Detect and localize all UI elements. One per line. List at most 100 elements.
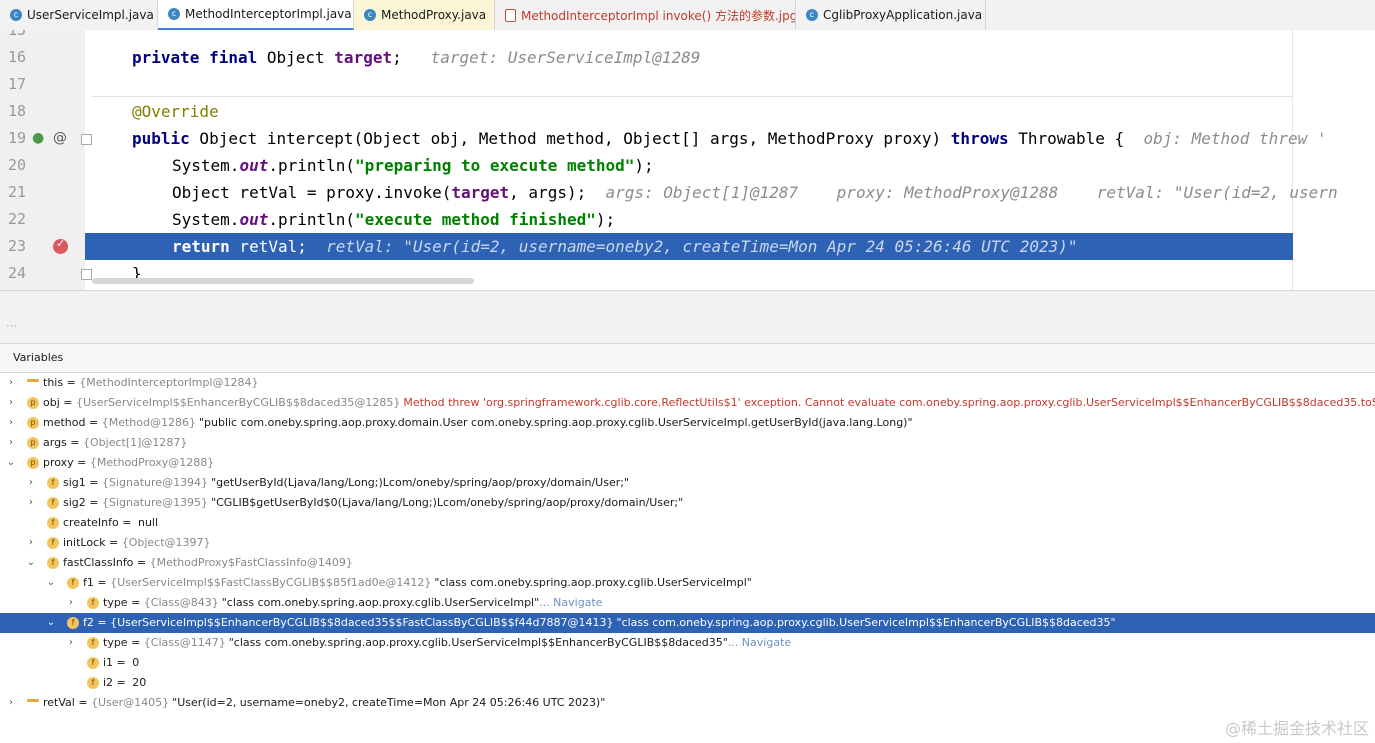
variable-error: Method threw 'org.springframework.cglib.… xyxy=(403,396,1375,409)
horizontal-scrollbar[interactable] xyxy=(92,278,474,284)
code-segment: Throwable { xyxy=(1008,129,1125,148)
code-line-22[interactable]: 22 System.out.println("execute method fi… xyxy=(0,206,1375,233)
variable-text: obj = {UserServiceImpl$$EnhancerByCGLIB$… xyxy=(43,393,1375,413)
code-segment: Object retVal = proxy.invoke( xyxy=(172,183,452,202)
variable-name: i1 xyxy=(103,656,114,669)
chevron-right-icon[interactable]: › xyxy=(66,593,76,613)
collapse-icon[interactable]: ⋯ xyxy=(6,319,17,332)
java-class-icon: c xyxy=(806,9,818,21)
debug-toolbar: ⋯ xyxy=(0,315,1375,343)
navigate-link[interactable]: ... Navigate xyxy=(539,596,602,609)
code-editor[interactable]: 15 16 private final Object target; targe… xyxy=(0,30,1375,290)
code-line-20[interactable]: 20 System.out.println("preparing to exec… xyxy=(0,152,1375,179)
variable-equals: = xyxy=(66,436,84,449)
variable-row[interactable]: › p obj = {UserServiceImpl$$EnhancerByCGLI… xyxy=(0,393,1375,413)
chevron-down-icon[interactable]: ⌄ xyxy=(6,453,16,473)
variable-name: type xyxy=(103,596,128,609)
variable-row[interactable]: › f type = {Class@843} "class com.oneby.spr… xyxy=(0,593,1375,613)
variable-row[interactable]: › retVal = {User@1405} "User(id=2, usernam… xyxy=(0,693,1375,713)
code-text: public Object intercept(Object obj, Meth… xyxy=(132,125,1326,152)
variable-row[interactable]: › f sig1 = {Signature@1394} "getUserById(Lj… xyxy=(0,473,1375,493)
code-line-16[interactable]: 16 private final Object target; target: … xyxy=(0,44,1375,71)
variable-name: fastClassInfo xyxy=(63,556,134,569)
code-segment: ; xyxy=(392,48,402,67)
fold-icon[interactable] xyxy=(81,269,92,280)
code-text: private final Object target; target: Use… xyxy=(132,44,700,71)
local-variable-icon xyxy=(27,379,39,382)
chevron-right-icon[interactable]: › xyxy=(26,493,36,513)
line-number: 21 xyxy=(7,183,26,201)
variable-row[interactable]: ⌄ p proxy = {MethodProxy@1288} xyxy=(0,453,1375,473)
navigate-link[interactable]: ... Navigate xyxy=(728,636,791,649)
variable-row[interactable]: f i1 = 0 xyxy=(0,653,1375,673)
chevron-right-icon[interactable]: › xyxy=(26,533,36,553)
variable-text: method = {Method@1286} "public com.oneby.… xyxy=(43,413,913,433)
tab-invoke-params-image[interactable]: MethodInterceptorImpl invoke() 方法的参数.jpg… xyxy=(495,0,796,30)
variable-row[interactable]: › this = {MethodInterceptorImpl@1284} xyxy=(0,373,1375,393)
code-segment: , args); xyxy=(509,183,587,202)
variable-text: initLock = {Object@1397} xyxy=(63,533,211,553)
code-line-21[interactable]: 21 Object retVal = proxy.invoke(target, … xyxy=(0,179,1375,206)
field-icon: f xyxy=(47,477,59,489)
chevron-down-icon[interactable]: ⌄ xyxy=(46,613,56,633)
fold-icon[interactable] xyxy=(81,134,92,145)
variable-type: {MethodInterceptorImpl@1284} xyxy=(79,376,259,389)
tab-methodproxy[interactable]: c MethodProxy.java × xyxy=(354,0,495,30)
code-line-15[interactable]: 15 xyxy=(0,30,1375,44)
tab-label: MethodInterceptorImpl invoke() 方法的参数.jpg xyxy=(521,8,796,23)
variable-row[interactable]: › p args = {Object[1]@1287} xyxy=(0,433,1375,453)
chevron-right-icon[interactable]: › xyxy=(6,413,16,433)
tab-cglibproxyapplication[interactable]: c CglibProxyApplication.java × xyxy=(796,0,986,30)
variable-type: {Object@1397} xyxy=(121,536,211,549)
inline-debug-value: obj: Method threw ' xyxy=(1143,129,1327,148)
variable-row[interactable]: ⌄ f f1 = {UserServiceImpl$$FastClassByCGLI… xyxy=(0,573,1375,593)
variable-name: this xyxy=(43,376,64,389)
field-icon: f xyxy=(67,617,79,629)
variable-row[interactable]: f i2 = 20 xyxy=(0,673,1375,693)
variable-row[interactable]: › f type = {Class@1147} "class com.oneby.sp… xyxy=(0,633,1375,653)
tab-methodinterceptorimpl[interactable]: c MethodInterceptorImpl.java × xyxy=(158,0,354,30)
chevron-right-icon[interactable]: › xyxy=(26,473,36,493)
variable-name: f1 xyxy=(83,576,94,589)
variable-equals: = xyxy=(85,476,102,489)
variable-value: "public com.oneby.spring.aop.proxy.domai… xyxy=(198,416,913,429)
variable-row[interactable]: › p method = {Method@1286} "public com.oneb… xyxy=(0,413,1375,433)
variable-equals: = xyxy=(59,396,76,409)
code-line-17[interactable]: 17 xyxy=(0,71,1375,98)
breakpoint-icon[interactable] xyxy=(53,237,68,254)
tab-userserviceimpl[interactable]: c UserServiceImpl.java × xyxy=(0,0,158,30)
field-icon: f xyxy=(47,517,59,529)
implements-method-icon[interactable]: ● xyxy=(32,125,44,152)
variable-row[interactable]: f createInfo = null xyxy=(0,513,1375,533)
code-line-18[interactable]: 18 @Override xyxy=(0,98,1375,125)
line-number: 18 xyxy=(7,102,26,120)
chevron-right-icon[interactable]: › xyxy=(6,693,16,713)
chevron-right-icon[interactable]: › xyxy=(6,373,16,393)
variable-equals: = xyxy=(118,516,135,529)
variable-row[interactable]: › f initLock = {Object@1397} xyxy=(0,533,1375,553)
chevron-down-icon[interactable]: ⌄ xyxy=(26,553,36,573)
variable-row[interactable]: › f sig2 = {Signature@1395} "CGLIB$getUserB… xyxy=(0,493,1375,513)
static-field: out xyxy=(239,156,269,175)
variable-type: {Class@1147} xyxy=(143,636,226,649)
field-icon: f xyxy=(67,577,79,589)
variable-value: "class com.oneby.spring.aop.proxy.cglib.… xyxy=(616,616,1116,629)
code-text: @Override xyxy=(132,98,219,125)
code-text: System.out.println("execute method finis… xyxy=(172,206,615,233)
variable-row[interactable]: ⌄ f f2 = {UserServiceImpl$$EnhancerByCGLIB… xyxy=(0,613,1375,633)
override-annotation-icon[interactable]: @ xyxy=(53,125,67,152)
code-segment: ); xyxy=(595,210,616,229)
variable-row[interactable]: ⌄ f fastClassInfo = {MethodProxy$FastClass… xyxy=(0,553,1375,573)
chevron-right-icon[interactable]: › xyxy=(6,433,16,453)
chevron-right-icon[interactable]: › xyxy=(66,633,76,653)
code-segment: retVal; xyxy=(229,237,307,256)
field-icon: f xyxy=(87,657,99,669)
variable-equals: = xyxy=(113,656,130,669)
chevron-right-icon[interactable]: › xyxy=(6,393,16,413)
panel-splitter[interactable] xyxy=(0,290,1375,316)
chevron-down-icon[interactable]: ⌄ xyxy=(46,573,56,593)
variable-text: proxy = {MethodProxy@1288} xyxy=(43,453,214,473)
variable-equals: = xyxy=(93,576,111,589)
code-line-19[interactable]: 19 ● @ public Object intercept(Object ob… xyxy=(0,125,1375,152)
code-line-23[interactable]: 23 return retVal; retVal: "User(id=2, us… xyxy=(0,233,1375,260)
